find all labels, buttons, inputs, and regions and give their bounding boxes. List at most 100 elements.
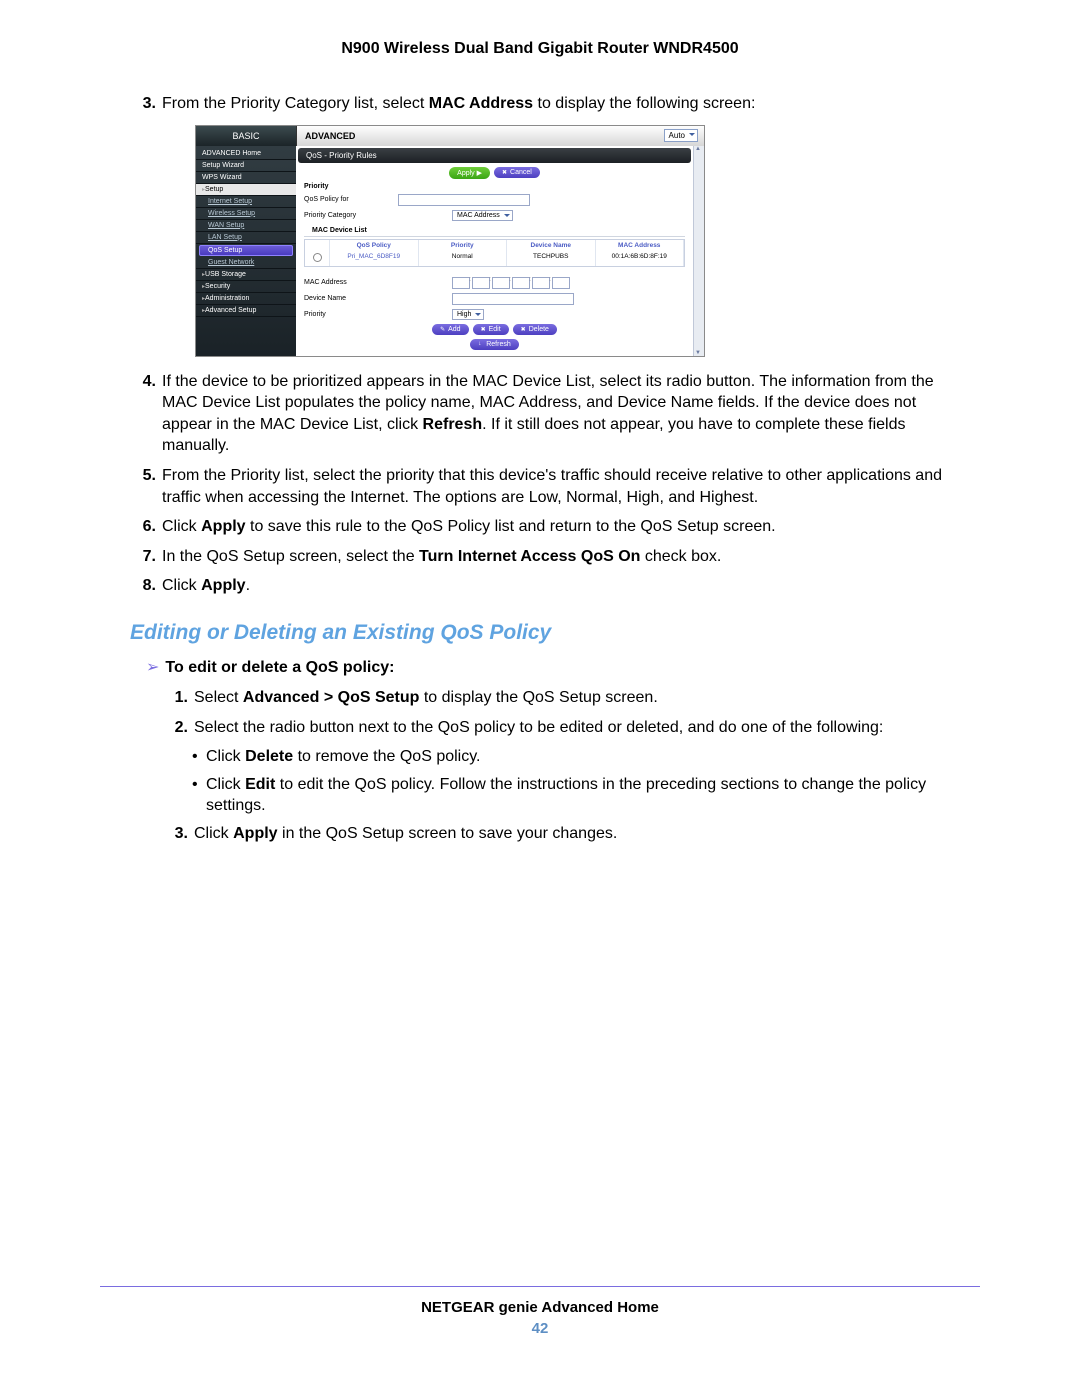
step-4: 4. If the device to be prioritized appea… (130, 371, 950, 457)
mac-address-inputs[interactable] (452, 277, 570, 289)
step-number: 5. (130, 465, 162, 508)
text: Click (162, 518, 201, 535)
footer-title: NETGEAR genie Advanced Home (0, 1299, 1080, 1316)
policy-for-label: QoS Policy for (304, 196, 394, 203)
page-header: N900 Wireless Dual Band Gigabit Router W… (130, 40, 950, 58)
apply-button[interactable]: Apply ▶ (449, 167, 490, 179)
router-ui-screenshot: BASIC ADVANCED Auto ADVANCED Home Setup … (195, 125, 705, 357)
step-5: 5. From the Priority list, select the pr… (130, 465, 950, 508)
nav-setup[interactable]: Setup (196, 184, 296, 196)
step-7: 7. In the QoS Setup screen, select the T… (130, 546, 950, 568)
bullet-edit: • Click Edit to edit the QoS policy. Fol… (162, 774, 950, 817)
bullet-icon: • (192, 774, 206, 817)
step-number: 7. (130, 546, 162, 568)
text: to remove the QoS policy. (293, 748, 480, 765)
tab-advanced[interactable]: ADVANCED (297, 126, 425, 146)
cell-priority: Normal (419, 251, 508, 266)
bullet-icon: • (192, 746, 206, 768)
language-select[interactable]: Auto (664, 129, 698, 142)
text: to display the following screen: (533, 95, 755, 112)
bold-text: Delete (245, 748, 293, 765)
mac-device-table: QoS Policy Priority Device Name MAC Addr… (304, 239, 685, 267)
text: Click (206, 776, 245, 793)
bold-text: Apply (201, 518, 245, 535)
col-mac-address: MAC Address (596, 240, 685, 251)
step-number: 8. (130, 575, 162, 597)
priority2-label: Priority (304, 311, 394, 318)
text: to save this rule to the QoS Policy list… (246, 518, 776, 535)
add-button[interactable]: Add (432, 324, 469, 335)
bold-text: Refresh (423, 416, 483, 433)
nav-advanced-setup[interactable]: Advanced Setup (196, 305, 296, 317)
cell-device: TECHPUBS (507, 251, 596, 266)
cell-mac: 00:1A:6B:6D:8F:19 (596, 251, 685, 266)
delete-button[interactable]: Delete (513, 324, 557, 335)
step-number: 3. (162, 823, 194, 845)
nav-wireless-setup[interactable]: Wireless Setup (196, 208, 296, 220)
page-number: 42 (0, 1320, 1080, 1337)
text: To edit or delete a QoS policy: (165, 659, 394, 676)
edit-step-2: 2. Select the radio button next to the Q… (162, 717, 950, 739)
cancel-button[interactable]: Cancel (494, 167, 540, 178)
step-number: 3. (130, 93, 162, 115)
text: Select the radio button next to the QoS … (194, 717, 950, 739)
edit-button[interactable]: Edit (473, 324, 509, 335)
nav-security[interactable]: Security (196, 281, 296, 293)
tab-basic[interactable]: BASIC (196, 126, 297, 146)
device-name-input[interactable] (452, 293, 574, 305)
priority-category-select[interactable]: MAC Address (452, 210, 513, 221)
nav-usb-storage[interactable]: USB Storage (196, 269, 296, 281)
nav-wps-wizard[interactable]: WPS Wizard (196, 172, 296, 184)
text: Click (206, 748, 245, 765)
priority-select[interactable]: High (452, 309, 484, 320)
step-number: 6. (130, 516, 162, 538)
bold-text: MAC Address (429, 95, 533, 112)
text: in the QoS Setup screen to save your cha… (278, 825, 618, 842)
nav-advanced-home[interactable]: ADVANCED Home (196, 148, 296, 160)
edit-step-1: 1. Select Advanced > QoS Setup to displa… (162, 687, 950, 709)
nav-internet-setup[interactable]: Internet Setup (196, 196, 296, 208)
step-number: 1. (162, 687, 194, 709)
col-device-name: Device Name (507, 240, 596, 251)
nav-setup-wizard[interactable]: Setup Wizard (196, 160, 296, 172)
bold-text: Apply (201, 577, 245, 594)
row-radio[interactable] (305, 251, 330, 266)
text: From the Priority list, select the prior… (162, 465, 950, 508)
refresh-button[interactable]: Refresh (470, 339, 519, 350)
nav-guest-network[interactable]: Guest Network (196, 257, 296, 269)
text: Click (194, 825, 233, 842)
bold-text: Advanced > QoS Setup (243, 689, 419, 706)
bold-text: Apply (233, 825, 277, 842)
text: Select (194, 689, 243, 706)
text: to edit the QoS policy. Follow the instr… (206, 776, 926, 815)
nav-administration[interactable]: Administration (196, 293, 296, 305)
step-number: 2. (162, 717, 194, 739)
mac-address-label: MAC Address (304, 279, 394, 286)
nav-qos-setup[interactable]: QoS Setup (199, 245, 293, 256)
edit-step-3: 3. Click Apply in the QoS Setup screen t… (162, 823, 950, 845)
step-number: 4. (130, 371, 162, 457)
nav-wan-setup[interactable]: WAN Setup (196, 220, 296, 232)
step-8: 8. Click Apply. (130, 575, 950, 597)
scrollbar[interactable] (693, 146, 704, 356)
cell-policy: Pri_MAC_6D8F19 (330, 251, 419, 266)
triangle-icon: ➢ (146, 659, 159, 676)
col-radio (305, 240, 330, 251)
text: check box. (640, 548, 721, 565)
text: In the QoS Setup screen, select the (162, 548, 419, 565)
nav-lan-setup[interactable]: LAN Setup (196, 232, 296, 244)
section-heading: Editing or Deleting an Existing QoS Poli… (130, 621, 950, 645)
text: Click (162, 577, 201, 594)
step-3: 3. From the Priority Category list, sele… (130, 93, 950, 115)
pane-title: QoS - Priority Rules (298, 148, 691, 163)
bold-text: Turn Internet Access QoS On (419, 548, 640, 565)
step-6: 6. Click Apply to save this rule to the … (130, 516, 950, 538)
text: From the Priority Category list, select (162, 95, 429, 112)
device-name-label: Device Name (304, 295, 394, 302)
page-footer: NETGEAR genie Advanced Home 42 (0, 1286, 1080, 1337)
text: to display the QoS Setup screen. (419, 689, 657, 706)
priority-category-label: Priority Category (304, 212, 394, 219)
sidebar-nav: ADVANCED Home Setup Wizard WPS Wizard Se… (196, 146, 296, 356)
policy-for-input[interactable] (398, 194, 530, 206)
priority-label: Priority (304, 183, 394, 190)
